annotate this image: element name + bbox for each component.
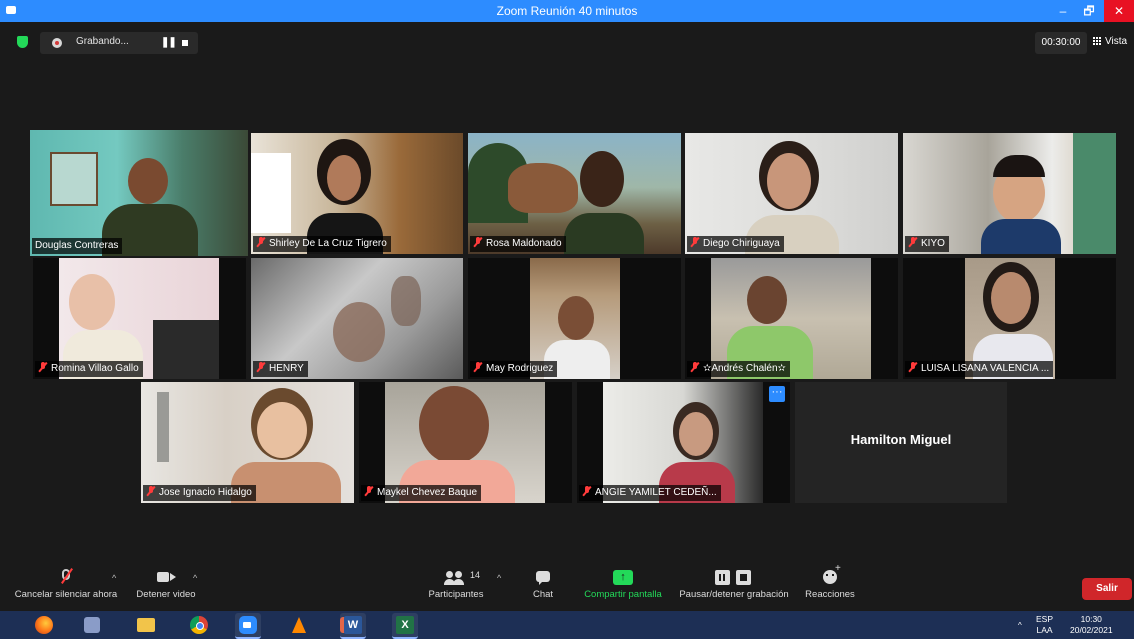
muted-mic-icon [364, 486, 374, 496]
clock[interactable]: 10:30 20/02/2021 [1070, 614, 1113, 636]
zoom-taskbar-icon[interactable] [235, 613, 261, 639]
view-button[interactable]: Vista [1093, 36, 1127, 47]
video-tile[interactable]: Douglas Contreras [30, 130, 248, 256]
participant-name: Maykel Chevez Baque [361, 485, 482, 501]
chevron-up-icon[interactable]: ^ [112, 573, 116, 583]
music-app-icon[interactable] [79, 613, 105, 637]
grid-view-icon [1093, 37, 1102, 45]
pause-recording-icon[interactable]: ❚❚ [161, 37, 177, 48]
participant-name: Jose Ignacio Hidalgo [143, 485, 256, 501]
video-tile[interactable]: Diego Chiriguaya [685, 133, 898, 254]
participants-count: 14 [470, 570, 481, 580]
participant-name: Hamilton Miguel [850, 432, 952, 447]
stop-recording-icon[interactable] [182, 40, 188, 46]
participant-name: ✫Andrés Chalén✫ [687, 361, 790, 377]
meeting-timer: 00:30:00 [1035, 32, 1087, 54]
excel-icon[interactable]: X [392, 613, 418, 639]
recording-indicator: Grabando... ❚❚ [40, 32, 198, 54]
windows-taskbar: W X ^ ESP LAA 10:30 20/02/2021 [0, 611, 1134, 639]
chrome-icon[interactable] [186, 613, 212, 637]
video-tile[interactable]: Shirley De La Cruz Tigrero [251, 133, 463, 254]
participants-label: Participantes [428, 589, 484, 600]
stop-video-button[interactable]: Detener video [130, 567, 202, 600]
maximize-button[interactable]: 🗗 [1076, 0, 1102, 22]
recording-label: Grabando... [76, 36, 129, 47]
participant-name: Douglas Contreras [32, 238, 123, 254]
muted-mic-icon [38, 362, 48, 372]
participant-name: ANGIE YAMILET CEDEÑ... [579, 485, 721, 501]
word-icon[interactable]: W [340, 613, 366, 639]
share-screen-button[interactable]: ↑ Compartir pantalla [580, 567, 666, 600]
participant-name: LUISA LISANA VALENCIA ... [905, 361, 1054, 377]
participant-name: May Rodriguez [470, 361, 558, 377]
muted-mic-icon [690, 237, 700, 247]
video-tile[interactable]: Rosa Maldonado [468, 133, 681, 254]
participant-name: KIYO [905, 236, 949, 252]
muted-mic-icon [473, 362, 483, 372]
meeting-topbar: Grabando... ❚❚ 00:30:00 Vista [0, 22, 1134, 62]
meeting-area: Grabando... ❚❚ 00:30:00 Vista Douglas Co… [0, 22, 1134, 583]
video-tile[interactable]: Hamilton Miguel [795, 382, 1007, 503]
chevron-up-icon[interactable]: ^ [193, 573, 197, 583]
minimize-button[interactable]: – [1050, 0, 1076, 22]
chat-label: Chat [532, 589, 554, 600]
video-tile[interactable]: ··· ANGIE YAMILET CEDEÑ... [577, 382, 790, 503]
participant-name: Romina Villao Gallo [35, 361, 143, 377]
language-indicator[interactable]: ESP LAA [1036, 614, 1053, 636]
window-title: Zoom Reunión 40 minutos [496, 4, 638, 18]
video-tile[interactable]: Romina Villao Gallo [33, 258, 246, 379]
file-explorer-icon[interactable] [133, 613, 159, 637]
leave-meeting-button[interactable]: Salir [1082, 578, 1132, 600]
meeting-toolbar: Cancelar silenciar ahora ^ Detener video… [0, 561, 1134, 605]
window-titlebar: Zoom Reunión 40 minutos – 🗗 ✕ [0, 0, 1134, 22]
participant-name: Diego Chiriguaya [687, 236, 784, 252]
muted-mic-icon [690, 362, 700, 372]
chevron-up-icon[interactable]: ^ [497, 573, 501, 583]
muted-mic-icon [582, 486, 592, 496]
reactions-button[interactable]: Reacciones [804, 563, 856, 600]
recording-dot-icon [52, 38, 62, 48]
participant-name: Shirley De La Cruz Tigrero [253, 236, 391, 252]
reactions-label: Reacciones [805, 589, 855, 600]
muted-mic-icon [256, 362, 266, 372]
record-label: Pausar/detener grabación [679, 589, 789, 600]
video-label: Detener video [136, 589, 196, 600]
close-button[interactable]: ✕ [1104, 0, 1134, 22]
mute-button[interactable]: Cancelar silenciar ahora [12, 567, 120, 600]
video-tile[interactable]: Jose Ignacio Hidalgo [141, 382, 354, 503]
muted-mic-icon [908, 362, 918, 372]
smiley-add-icon [823, 563, 841, 584]
chat-button[interactable]: Chat [526, 567, 560, 600]
firefox-icon[interactable] [31, 613, 57, 637]
video-tile[interactable]: HENRY [251, 258, 463, 379]
pause-icon [715, 570, 730, 585]
stop-icon [736, 570, 751, 585]
share-arrow-icon: ↑ [613, 570, 633, 585]
video-tile[interactable]: Maykel Chevez Baque [359, 382, 572, 503]
participants-button[interactable]: 14 Participantes [422, 567, 490, 600]
more-options-icon[interactable]: ··· [769, 386, 785, 402]
video-tile[interactable]: ✫Andrés Chalén✫ [685, 258, 898, 379]
mute-label: Cancelar silenciar ahora [14, 589, 118, 600]
video-tile[interactable]: May Rodriguez [468, 258, 681, 379]
vlc-icon[interactable] [286, 613, 312, 637]
chat-bubble-icon [536, 571, 550, 585]
muted-mic-icon [473, 237, 483, 247]
tray-expand-icon[interactable]: ^ [1018, 620, 1022, 631]
security-shield-icon[interactable] [17, 36, 28, 48]
pause-stop-recording-button[interactable]: Pausar/detener grabación [676, 567, 792, 600]
view-label: Vista [1105, 36, 1128, 47]
participant-name: HENRY [253, 361, 308, 377]
share-label: Compartir pantalla [584, 589, 662, 600]
video-tile[interactable]: LUISA LISANA VALENCIA ... [903, 258, 1116, 379]
muted-mic-icon [256, 237, 266, 247]
participant-name: Rosa Maldonado [470, 236, 566, 252]
muted-mic-icon [146, 486, 156, 496]
video-camera-icon [157, 572, 176, 582]
muted-mic-icon [908, 237, 918, 247]
video-tile[interactable]: KIYO [903, 133, 1116, 254]
participants-icon [444, 571, 466, 585]
